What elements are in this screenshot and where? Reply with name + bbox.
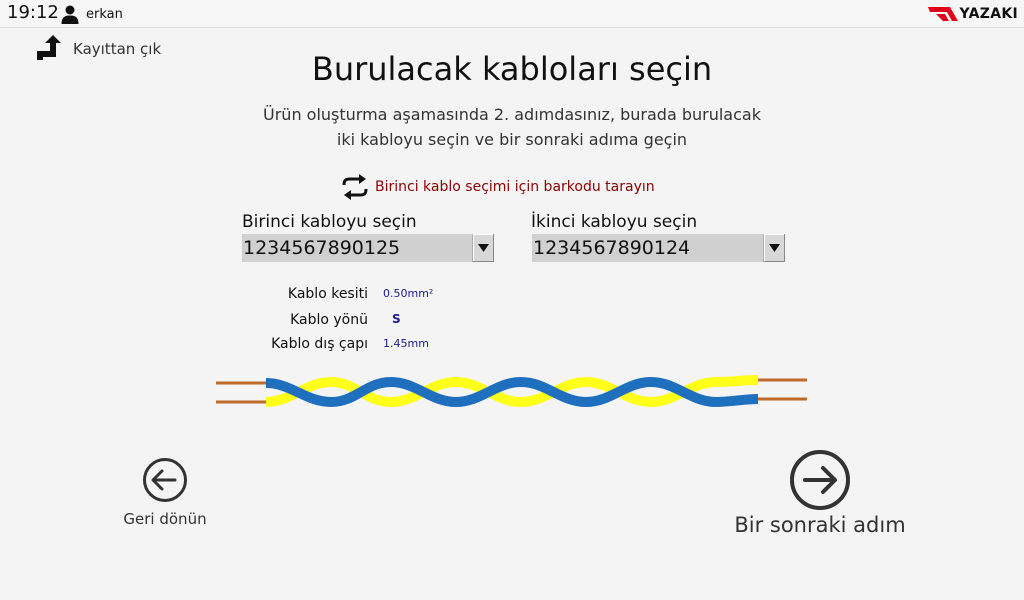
spec-label-cross-section: Kablo kesiti	[287, 286, 368, 302]
spec-label-outer-diameter: Kablo dış çapı	[271, 336, 368, 352]
brand-name: YAZAKI	[959, 6, 1018, 22]
back-label[interactable]: Geri dönün	[115, 510, 215, 528]
arrow-right-circle-icon[interactable]	[789, 449, 851, 511]
scan-hint: Birinci kablo seçimi için barkodu tarayı…	[340, 172, 655, 202]
page-subtitle: Ürün oluşturma aşamasında 2. adımdasınız…	[0, 102, 1024, 152]
user-icon	[61, 5, 79, 24]
twisted-cable-illustration	[216, 375, 807, 408]
subtitle-line-2: iki kabloyu seçin ve bir sonraki adıma g…	[336, 130, 688, 149]
username: erkan	[86, 7, 123, 22]
chevron-down-icon[interactable]	[472, 234, 494, 262]
yazaki-logo-icon	[927, 7, 958, 21]
next-step-label[interactable]: Bir sonraki adım	[720, 513, 920, 537]
second-cable-select[interactable]: 1234567890124	[532, 234, 785, 262]
status-bar: 19:12 erkan YAZAKI	[0, 0, 1024, 28]
spec-label-direction: Kablo yönü	[290, 312, 368, 328]
spec-value-outer-diameter: 1.45mm	[383, 337, 429, 350]
first-cable-label: Birinci kabloyu seçin	[242, 212, 417, 232]
clock: 19:12	[7, 2, 59, 23]
subtitle-line-1: Ürün oluşturma aşamasında 2. adımdasınız…	[263, 105, 761, 124]
arrow-left-circle-icon[interactable]	[142, 457, 188, 503]
chevron-down-icon[interactable]	[763, 234, 785, 262]
first-cable-select[interactable]: 1234567890125	[242, 234, 494, 262]
second-cable-value: 1234567890124	[533, 237, 691, 259]
page-title: Burulacak kabloları seçin	[311, 50, 713, 88]
spec-value-cross-section: 0.50mm²	[383, 287, 434, 300]
brand-logo: YAZAKI	[927, 4, 1018, 24]
swap-arrows-icon	[342, 174, 368, 200]
first-cable-value: 1234567890125	[243, 237, 401, 259]
scan-hint-text: Birinci kablo seçimi için barkodu tarayı…	[375, 179, 655, 195]
second-cable-label: İkinci kabloyu seçin	[531, 212, 698, 232]
spec-value-direction: S	[392, 312, 401, 326]
